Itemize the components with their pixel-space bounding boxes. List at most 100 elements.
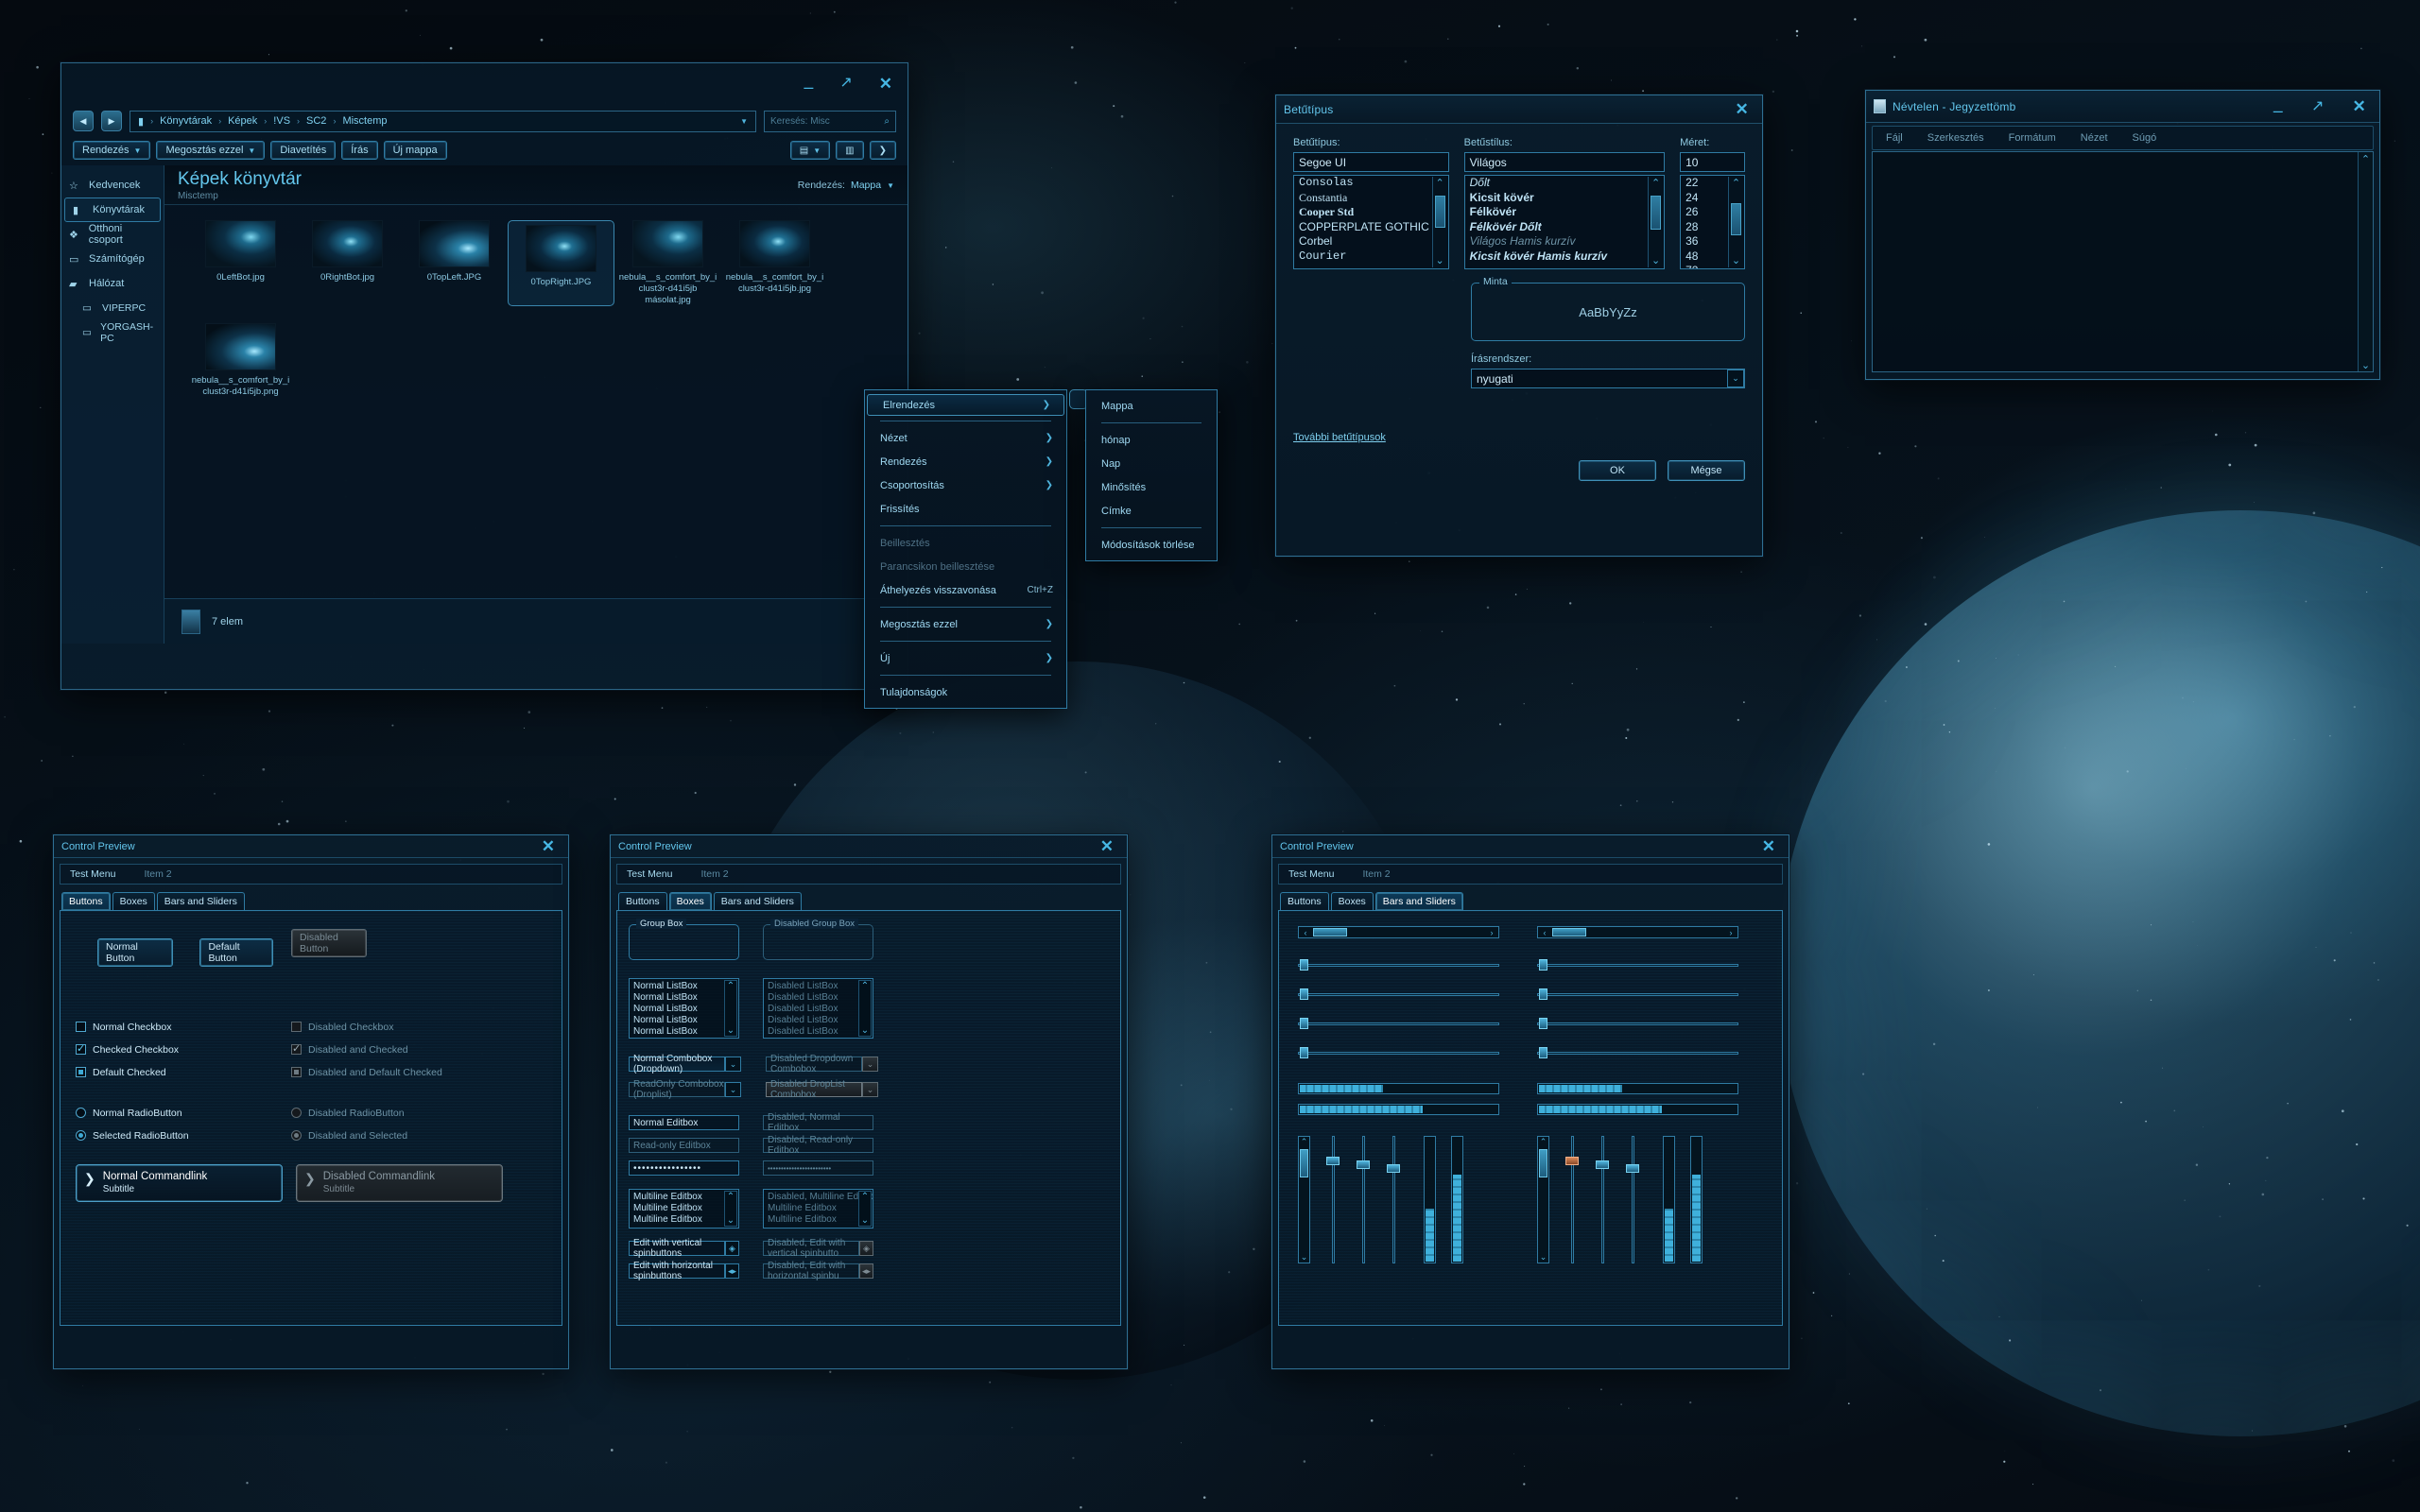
menu-test-menu[interactable]: Test Menu: [1288, 868, 1334, 880]
slider-thumb[interactable]: [1596, 1160, 1609, 1169]
scrollbar-thumb[interactable]: [1731, 203, 1741, 235]
slider-thumb[interactable]: [1357, 1160, 1370, 1169]
file-tile-selected[interactable]: 0TopRight.JPG: [508, 220, 614, 306]
vertical-slider-6[interactable]: [1625, 1136, 1640, 1263]
tab-buttons[interactable]: Buttons: [1280, 892, 1329, 910]
font-size-listbox[interactable]: 22 24 26 28 36 48 72 ⌃ ⌄: [1680, 175, 1745, 269]
tab-bars-and-sliders[interactable]: Bars and Sliders: [156, 892, 245, 910]
sidebar-item-homegroup[interactable]: ❖ Otthoni csoport: [61, 222, 164, 247]
breadcrumb-3[interactable]: SC2: [306, 115, 326, 127]
menu-file[interactable]: Fájl: [1886, 132, 1903, 144]
file-tile[interactable]: 0TopLeft.JPG: [401, 220, 508, 306]
default-button[interactable]: Default Button: [199, 938, 274, 967]
menu-item-2[interactable]: Item 2: [700, 868, 728, 880]
slider-5[interactable]: [1537, 959, 1738, 971]
vertical-spinbuttons[interactable]: ◈: [725, 1241, 739, 1256]
submenu-item-rating[interactable]: Minősítés: [1086, 475, 1217, 499]
readonly-combobox[interactable]: ReadOnly Combobox (Droplist) ⌄: [629, 1079, 741, 1100]
view-icon[interactable]: ▤ ▼: [789, 141, 831, 160]
toolbar-button-share[interactable]: Megosztás ezzel ▼: [156, 141, 266, 160]
list-item[interactable]: Világos Hamis kurzív: [1465, 234, 1664, 249]
vertical-spin-editbox[interactable]: Edit with vertical spinbuttons: [629, 1238, 725, 1259]
slider-6[interactable]: [1537, 988, 1738, 1000]
font-style-input[interactable]: Világos: [1463, 152, 1666, 172]
breadcrumb-4[interactable]: Misctemp: [342, 115, 387, 127]
horizontal-scrollbar-left[interactable]: ‹ ›: [1298, 926, 1499, 938]
back-button[interactable]: ◀: [73, 111, 94, 131]
font-size-input[interactable]: 10: [1680, 152, 1745, 172]
cancel-button[interactable]: Mégse: [1668, 460, 1745, 481]
close-icon[interactable]: ✕: [1100, 838, 1114, 854]
font-family-scrollbar[interactable]: ⌃ ⌄: [1431, 177, 1447, 267]
list-item[interactable]: Normal ListBox: [630, 1004, 738, 1015]
scroll-up-icon[interactable]: ⌃: [1436, 177, 1444, 190]
slider-thumb[interactable]: [1539, 988, 1547, 1000]
breadcrumb-2[interactable]: !VS: [273, 115, 290, 127]
sidebar-item-network[interactable]: ▰ Hálózat: [61, 271, 164, 296]
vertical-slider-1[interactable]: [1325, 1136, 1340, 1263]
scroll-down-icon[interactable]: ⌄: [1436, 254, 1444, 267]
vertical-scrollbar[interactable]: ⌃ ⌄: [1298, 1136, 1310, 1263]
menu-test-menu[interactable]: Test Menu: [627, 868, 672, 880]
scrollbar-thumb[interactable]: [1434, 196, 1445, 228]
multiline-scrollbar[interactable]: ⌃ ⌄: [724, 1191, 737, 1227]
normal-listbox[interactable]: Normal ListBox Normal ListBox Normal Lis…: [629, 978, 739, 1039]
checkbox-icon[interactable]: [76, 1042, 86, 1055]
listbox-scrollbar[interactable]: ⌃ ⌄: [724, 980, 737, 1037]
scrollbar-thumb[interactable]: [1651, 196, 1662, 230]
menu-item-2[interactable]: Item 2: [144, 868, 171, 880]
file-tile[interactable]: 0RightBot.jpg: [294, 220, 401, 306]
scroll-up-icon[interactable]: ⌃: [1651, 177, 1660, 190]
menu-item-2[interactable]: Item 2: [1362, 868, 1390, 880]
scroll-down-icon[interactable]: ⌄: [2359, 359, 2373, 371]
toolbar-button-slideshow[interactable]: Diavetítés: [270, 141, 337, 160]
ok-button[interactable]: OK: [1579, 460, 1656, 481]
list-item[interactable]: Félkövér Dőlt: [1465, 220, 1664, 235]
horizontal-spinbuttons[interactable]: ◂▸: [725, 1263, 739, 1279]
breadcrumb-0[interactable]: Könyvtárak: [160, 115, 212, 127]
scrollbar-thumb[interactable]: [1539, 1149, 1547, 1177]
slider-thumb[interactable]: [1565, 1157, 1579, 1165]
menu-item-properties[interactable]: Tulajdonságok: [865, 680, 1066, 704]
sidebar-item-libraries[interactable]: ▮ Könyvtárak: [64, 198, 161, 222]
submenu-item-tag[interactable]: Címke: [1086, 499, 1217, 523]
normal-combobox[interactable]: Normal Combobox (Dropdown) ⌄: [629, 1054, 741, 1074]
vertical-slider-4[interactable]: [1564, 1136, 1580, 1263]
scroll-down-icon[interactable]: ⌄: [1732, 254, 1740, 267]
font-family-listbox[interactable]: Consolas Constantia Cooper Std COPPERPLA…: [1293, 175, 1449, 269]
file-tile[interactable]: nebula__s_comfort_by_iclust3r-d41i5jb.pn…: [187, 322, 294, 398]
list-item[interactable]: Corbel: [1294, 234, 1448, 249]
toolbar-button-organize[interactable]: Rendezés ▼: [73, 141, 151, 160]
normal-editbox[interactable]: Normal Editbox: [629, 1115, 739, 1130]
file-tile[interactable]: nebula__s_comfort_by_iclust3r-d41i5jb.jp…: [721, 220, 828, 306]
radio-icon[interactable]: [76, 1108, 86, 1118]
slider-thumb[interactable]: [1539, 1047, 1547, 1058]
sidebar-item-viperpc[interactable]: ▭ VIPERPC: [61, 296, 164, 320]
readonly-editbox[interactable]: Read-only Editbox: [629, 1138, 739, 1153]
scroll-up-icon[interactable]: ⌃: [727, 1192, 735, 1202]
forward-button[interactable]: ▶: [101, 111, 122, 131]
checkbox-checked[interactable]: Checked Checkbox: [76, 1041, 291, 1057]
list-item[interactable]: Consolas: [1294, 176, 1448, 191]
scroll-left-icon[interactable]: ‹: [1539, 928, 1550, 937]
chevron-down-icon[interactable]: ⌄: [1727, 369, 1744, 387]
checkbox-default-checked[interactable]: Default Checked: [76, 1064, 291, 1080]
checkbox-icon[interactable]: [76, 1022, 86, 1032]
list-item[interactable]: Kicsit kövér: [1465, 191, 1664, 206]
slider-2[interactable]: [1298, 988, 1499, 1000]
tab-buttons[interactable]: Buttons: [618, 892, 667, 910]
radio-selected[interactable]: Selected RadioButton: [76, 1127, 291, 1143]
menu-item-new[interactable]: Új ❯: [865, 646, 1066, 670]
close-icon[interactable]: ✕: [879, 76, 892, 92]
chevron-down-icon[interactable]: ⌄: [725, 1082, 741, 1097]
tab-buttons[interactable]: Buttons: [61, 892, 111, 910]
sidebar-item-favorites[interactable]: ☆ Kedvencek: [61, 173, 164, 198]
horizontal-scrollbar-right[interactable]: ‹ ›: [1537, 926, 1738, 938]
submenu-item-month[interactable]: hónap: [1086, 428, 1217, 452]
multiline-editbox[interactable]: Multiline Editbox Multiline Editbox Mult…: [629, 1189, 739, 1228]
scroll-down-icon[interactable]: ⌄: [1651, 254, 1660, 267]
file-tile[interactable]: nebula__s_comfort_by_iclust3r-d41i5jb má…: [614, 220, 721, 306]
scroll-up-icon[interactable]: ⌃: [727, 981, 735, 991]
slider-3[interactable]: [1298, 1018, 1499, 1029]
scroll-up-icon[interactable]: ⌃: [1540, 1137, 1547, 1147]
